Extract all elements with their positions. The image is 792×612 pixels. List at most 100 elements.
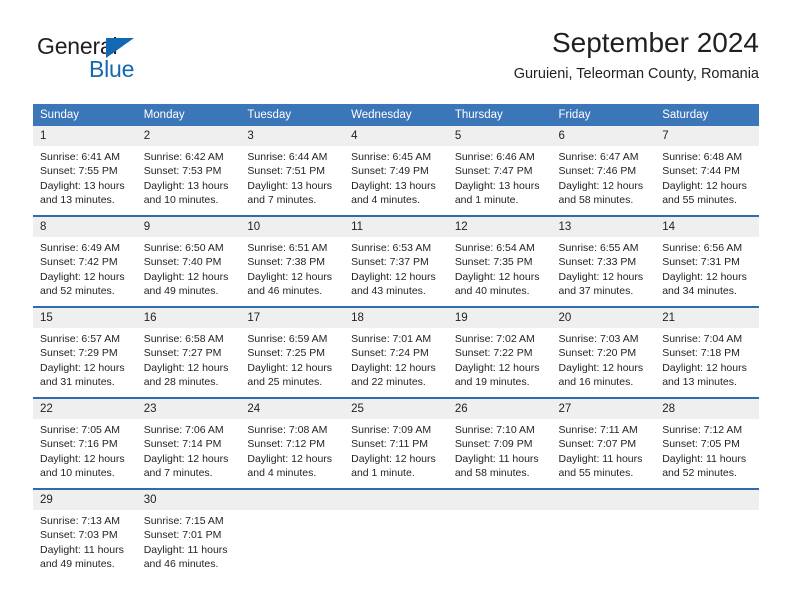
general-blue-logo[interactable]: General Blue bbox=[33, 34, 203, 90]
sunrise-time: Sunrise: 6:49 AM bbox=[40, 242, 120, 254]
calendar-day-cell[interactable]: 24 Sunrise: 7:08 AM Sunset: 7:12 PM Dayligh… bbox=[240, 397, 345, 489]
calendar-day-cell[interactable]: 25 Sunrise: 7:09 AM Sunset: 7:11 PM Dayligh… bbox=[344, 397, 448, 489]
day-number: 24 bbox=[240, 399, 345, 419]
calendar-day-cell[interactable]: 5 Sunrise: 6:46 AM Sunset: 7:47 PM Daylight… bbox=[447, 126, 552, 216]
day-details: Sunrise: 6:47 AM Sunset: 7:46 PM Daylight:… bbox=[552, 146, 656, 207]
calendar-day-cell[interactable]: 23 Sunrise: 7:06 AM Sunset: 7:14 PM Dayligh… bbox=[136, 397, 241, 489]
day-details: Sunrise: 6:53 AM Sunset: 7:37 PM Daylight:… bbox=[344, 237, 448, 298]
calendar-day-cell[interactable]: 12 Sunrise: 6:54 AM Sunset: 7:35 PM Dayligh… bbox=[447, 215, 552, 307]
calendar-day-cell[interactable]: 7 Sunrise: 6:48 AM Sunset: 7:44 PM Daylight… bbox=[655, 126, 759, 216]
calendar-day-cell[interactable]: 14 Sunrise: 6:56 AM Sunset: 7:31 PM Dayligh… bbox=[655, 215, 759, 307]
calendar-day-cell[interactable]: 18 Sunrise: 7:01 AM Sunset: 7:24 PM Dayligh… bbox=[344, 306, 448, 398]
daylight-duration-line1: Daylight: 12 hours bbox=[558, 270, 644, 283]
day-number: 25 bbox=[344, 399, 448, 419]
daylight-duration-line1: Daylight: 12 hours bbox=[351, 270, 436, 283]
sunset-time: Sunset: 7:53 PM bbox=[143, 165, 222, 178]
calendar-day-cell[interactable]: 3 Sunrise: 6:44 AM Sunset: 7:51 PM Daylight… bbox=[240, 126, 345, 216]
sunset-time: Sunset: 7:51 PM bbox=[247, 165, 326, 178]
daylight-duration-line1: Daylight: 13 hours bbox=[351, 179, 436, 192]
calendar-day-cell[interactable]: 22 Sunrise: 7:05 AM Sunset: 7:16 PM Dayligh… bbox=[33, 397, 137, 489]
calendar-day-cell[interactable]: 30 Sunrise: 7:15 AM Sunset: 7:01 PM Dayligh… bbox=[136, 488, 241, 579]
day-details: Sunrise: 7:11 AM Sunset: 7:07 PM Daylight:… bbox=[552, 419, 656, 480]
daylight-duration-line2: and 46 minutes. bbox=[143, 557, 219, 570]
calendar-day-cell[interactable] bbox=[344, 488, 448, 579]
calendar-day-cell[interactable]: 8 Sunrise: 6:49 AM Sunset: 7:42 PM Daylight… bbox=[33, 215, 137, 307]
calendar-day-cell[interactable]: 6 Sunrise: 6:47 AM Sunset: 7:46 PM Daylight… bbox=[551, 126, 656, 216]
day-details: Sunrise: 7:15 AM Sunset: 7:01 PM Daylight:… bbox=[137, 510, 241, 571]
sunrise-time: Sunrise: 6:46 AM bbox=[454, 151, 535, 163]
sunset-time: Sunset: 7:25 PM bbox=[247, 347, 326, 360]
day-number: 6 bbox=[551, 126, 656, 146]
day-number: 9 bbox=[136, 217, 241, 237]
day-number: 26 bbox=[447, 399, 552, 419]
daylight-duration-line2: and 49 minutes. bbox=[40, 557, 115, 570]
calendar-day-cell[interactable]: 2 Sunrise: 6:42 AM Sunset: 7:53 PM Daylight… bbox=[136, 126, 241, 216]
sunset-time: Sunset: 7:42 PM bbox=[40, 256, 118, 269]
sunrise-time: Sunrise: 6:51 AM bbox=[247, 242, 328, 254]
calendar-day-cell[interactable]: 28 Sunrise: 7:12 AM Sunset: 7:05 PM Dayligh… bbox=[655, 397, 759, 489]
day-details: Sunrise: 6:48 AM Sunset: 7:44 PM Daylight:… bbox=[655, 146, 759, 207]
calendar-day-cell[interactable] bbox=[551, 488, 656, 579]
day-details: Sunrise: 6:50 AM Sunset: 7:40 PM Daylight:… bbox=[137, 237, 241, 298]
day-details: Sunrise: 7:08 AM Sunset: 7:12 PM Daylight:… bbox=[240, 419, 344, 480]
calendar-week-row: 15 Sunrise: 6:57 AM Sunset: 7:29 PM Dayligh… bbox=[33, 306, 759, 398]
calendar-day-cell[interactable]: 19 Sunrise: 7:02 AM Sunset: 7:22 PM Dayligh… bbox=[447, 306, 552, 398]
day-details: Sunrise: 7:02 AM Sunset: 7:22 PM Daylight:… bbox=[448, 328, 552, 389]
day-number: 2 bbox=[136, 126, 241, 146]
daylight-duration-line2: and 58 minutes. bbox=[454, 466, 530, 479]
sunset-time: Sunset: 7:40 PM bbox=[143, 256, 222, 269]
calendar-day-cell[interactable]: 20 Sunrise: 7:03 AM Sunset: 7:20 PM Dayligh… bbox=[551, 306, 656, 398]
day-number: 15 bbox=[33, 308, 137, 328]
day-number: 16 bbox=[136, 308, 241, 328]
sunrise-time: Sunrise: 6:56 AM bbox=[662, 242, 743, 254]
sunset-time: Sunset: 7:27 PM bbox=[143, 347, 222, 360]
daylight-duration-line1: Daylight: 12 hours bbox=[143, 361, 229, 374]
day-number: 18 bbox=[344, 308, 448, 328]
sunrise-time: Sunrise: 7:06 AM bbox=[143, 424, 224, 436]
day-details: Sunrise: 6:51 AM Sunset: 7:38 PM Daylight:… bbox=[240, 237, 344, 298]
calendar-day-cell[interactable]: 29 Sunrise: 7:13 AM Sunset: 7:03 PM Dayligh… bbox=[33, 488, 137, 579]
calendar-day-cell[interactable]: 4 Sunrise: 6:45 AM Sunset: 7:49 PM Daylight… bbox=[344, 126, 448, 216]
sunset-time: Sunset: 7:49 PM bbox=[351, 165, 429, 178]
sunrise-time: Sunrise: 7:13 AM bbox=[40, 515, 120, 527]
calendar-day-cell[interactable]: 13 Sunrise: 6:55 AM Sunset: 7:33 PM Dayligh… bbox=[551, 215, 656, 307]
sunrise-time: Sunrise: 7:03 AM bbox=[558, 333, 639, 345]
sunrise-time: Sunrise: 6:42 AM bbox=[143, 151, 224, 163]
calendar-day-cell[interactable] bbox=[240, 488, 345, 579]
daylight-duration-line2: and 46 minutes. bbox=[247, 284, 323, 297]
daylight-duration-line1: Daylight: 11 hours bbox=[454, 452, 539, 465]
day-details: Sunrise: 6:45 AM Sunset: 7:49 PM Daylight:… bbox=[344, 146, 448, 207]
title-block: September 2024 Guruieni, Teleorman Count… bbox=[514, 26, 759, 85]
day-number: 29 bbox=[33, 490, 137, 510]
calendar-day-cell[interactable]: 16 Sunrise: 6:58 AM Sunset: 7:27 PM Dayligh… bbox=[136, 306, 241, 398]
calendar-day-cell[interactable]: 21 Sunrise: 7:04 AM Sunset: 7:18 PM Dayligh… bbox=[655, 306, 759, 398]
day-number: 19 bbox=[447, 308, 552, 328]
calendar-day-cell[interactable]: 10 Sunrise: 6:51 AM Sunset: 7:38 PM Dayligh… bbox=[240, 215, 345, 307]
calendar-page: General Blue September 2024 Guruieni, Te… bbox=[0, 0, 792, 612]
day-details: Sunrise: 6:46 AM Sunset: 7:47 PM Daylight:… bbox=[448, 146, 552, 207]
sunrise-time: Sunrise: 6:50 AM bbox=[143, 242, 224, 254]
logo-word-blue: Blue bbox=[89, 56, 135, 82]
page-title: September 2024 bbox=[551, 27, 759, 58]
calendar-day-cell[interactable] bbox=[655, 488, 759, 579]
sunset-time: Sunset: 7:46 PM bbox=[558, 165, 637, 178]
sunrise-time: Sunrise: 7:11 AM bbox=[558, 424, 638, 436]
daylight-duration-line2: and 49 minutes. bbox=[143, 284, 219, 297]
calendar-day-cell[interactable]: 15 Sunrise: 6:57 AM Sunset: 7:29 PM Dayligh… bbox=[33, 306, 137, 398]
sunrise-time: Sunrise: 7:04 AM bbox=[662, 333, 743, 345]
calendar-day-cell[interactable]: 11 Sunrise: 6:53 AM Sunset: 7:37 PM Dayligh… bbox=[344, 215, 448, 307]
calendar-day-cell[interactable] bbox=[447, 488, 552, 579]
sunset-time: Sunset: 7:05 PM bbox=[662, 438, 740, 451]
calendar-day-cell[interactable]: 26 Sunrise: 7:10 AM Sunset: 7:09 PM Dayligh… bbox=[447, 397, 552, 489]
sunset-time: Sunset: 7:12 PM bbox=[247, 438, 326, 451]
daylight-duration-line1: Daylight: 12 hours bbox=[247, 452, 333, 465]
daylight-duration-line2: and 34 minutes. bbox=[662, 284, 737, 297]
calendar-day-cell[interactable]: 1 Sunrise: 6:41 AM Sunset: 7:55 PM Daylight… bbox=[33, 126, 137, 216]
day-number: 27 bbox=[551, 399, 656, 419]
calendar-day-cell[interactable]: 9 Sunrise: 6:50 AM Sunset: 7:40 PM Daylight… bbox=[136, 215, 241, 307]
calendar-day-cell[interactable]: 17 Sunrise: 6:59 AM Sunset: 7:25 PM Dayligh… bbox=[240, 306, 345, 398]
daylight-duration-line1: Daylight: 12 hours bbox=[454, 361, 540, 374]
daylight-duration-line2: and 52 minutes. bbox=[40, 284, 115, 297]
daylight-duration-line1: Daylight: 13 hours bbox=[143, 179, 229, 192]
calendar-day-cell[interactable]: 27 Sunrise: 7:11 AM Sunset: 7:07 PM Dayligh… bbox=[551, 397, 656, 489]
